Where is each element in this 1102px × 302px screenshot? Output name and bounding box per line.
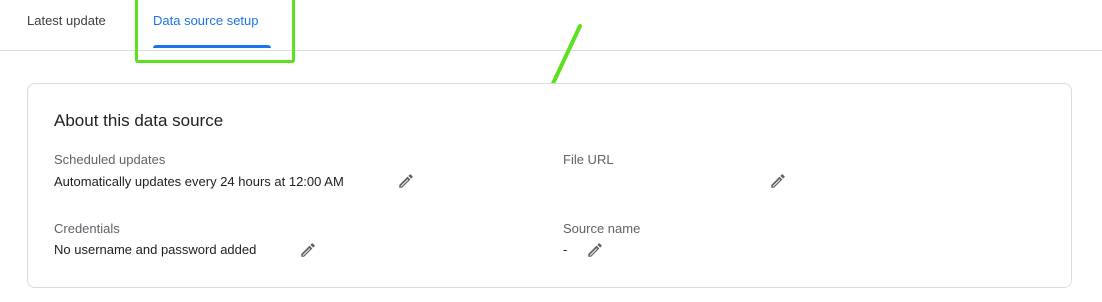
pencil-icon [301,243,315,257]
scheduled-updates-value: Automatically updates every 24 hours at … [54,174,344,189]
edit-scheduled-updates-button[interactable] [395,170,417,192]
credentials-value: No username and password added [54,242,257,257]
data-source-page: Latest update Data source setup About th… [0,0,1102,302]
card-title: About this data source [54,111,224,130]
scheduled-updates-label: Scheduled updates [54,152,166,167]
file-url-label: File URL [563,152,614,167]
source-name-value: - [563,242,568,257]
source-name-label: Source name [563,221,641,236]
edit-source-name-button[interactable] [584,239,606,261]
edit-file-url-button[interactable] [767,170,789,192]
edit-credentials-button[interactable] [297,239,319,261]
tab-latest-update[interactable]: Latest update [27,0,106,46]
pencil-icon [399,174,413,188]
annotation-highlight-box [135,0,295,63]
credentials-label: Credentials [54,221,120,236]
about-data-source-card: About this data source Scheduled updates… [27,83,1072,288]
pencil-icon [588,243,602,257]
pencil-icon [771,174,785,188]
